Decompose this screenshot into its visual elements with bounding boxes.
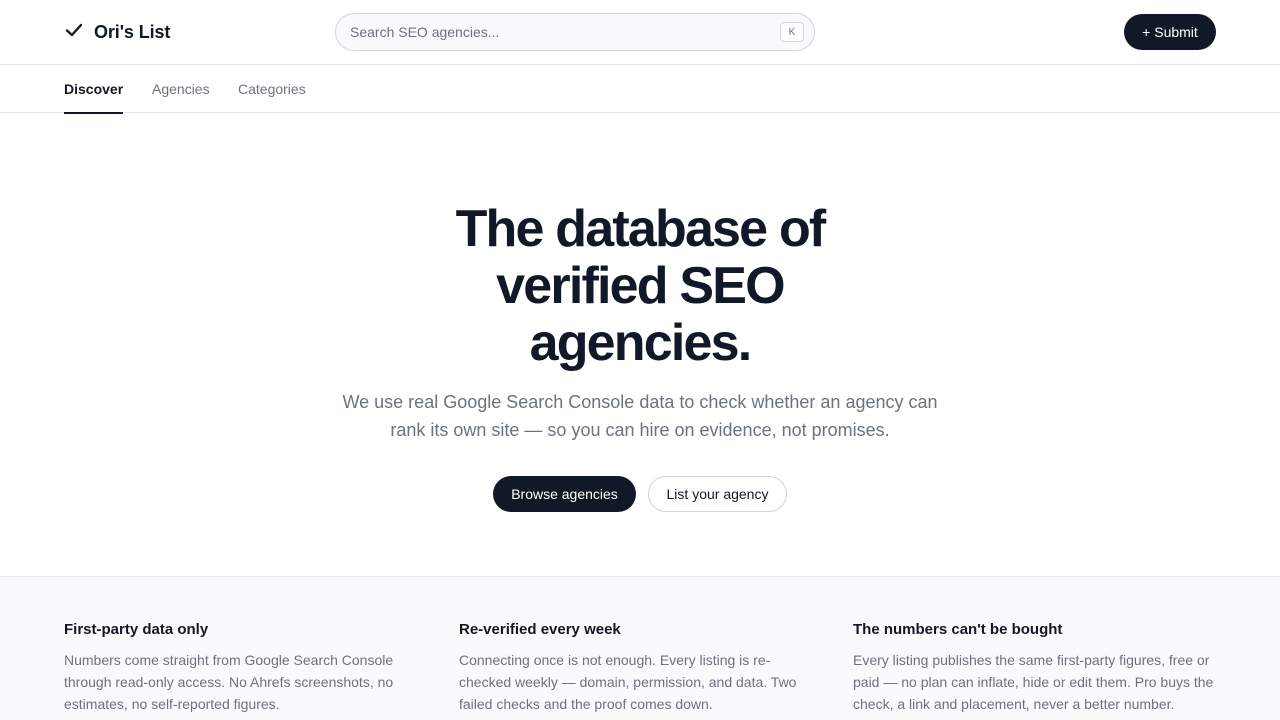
features-section: First-party data only Numbers come strai… <box>0 576 1280 720</box>
feature-card: Re-verified every week Connecting once i… <box>459 621 821 715</box>
feature-body: Every listing publishes the same first-p… <box>853 652 1214 712</box>
search-input[interactable] <box>350 24 780 40</box>
feature-title: Re-verified every week <box>459 621 621 638</box>
top-bar: Ori's List K + Submit <box>0 0 1280 65</box>
search-bar[interactable]: K <box>335 13 815 51</box>
brand-logo[interactable]: Ori's List <box>64 20 170 44</box>
browse-agencies-button[interactable]: Browse agencies <box>493 476 636 512</box>
hero-subtitle: We use real Google Search Console data t… <box>342 392 938 440</box>
nav-tabs: Discover Agencies Categories <box>0 65 1280 114</box>
tab-agencies[interactable]: Agencies <box>152 65 210 113</box>
tab-categories[interactable]: Categories <box>238 65 306 113</box>
feature-body: Connecting once is not enough. Every lis… <box>459 652 797 712</box>
submit-button[interactable]: + Submit <box>1124 14 1216 50</box>
list-agency-button[interactable]: List your agency <box>648 476 787 512</box>
tab-discover[interactable]: Discover <box>64 65 124 114</box>
hero-title: The database of verified SEO agencies. <box>455 200 827 372</box>
keyboard-shortcut-badge: K <box>780 22 804 42</box>
check-icon <box>64 20 84 45</box>
feature-body: Numbers come straight from Google Search… <box>64 652 394 712</box>
feature-card: The numbers can't be bought Every listin… <box>853 621 1215 715</box>
feature-card: First-party data only Numbers come strai… <box>64 621 426 715</box>
feature-title: First-party data only <box>64 621 209 638</box>
feature-title: The numbers can't be bought <box>853 621 1063 638</box>
hero-section: The database of verified SEO agencies. W… <box>0 113 1280 576</box>
brand-name: Ori's List <box>94 21 171 42</box>
